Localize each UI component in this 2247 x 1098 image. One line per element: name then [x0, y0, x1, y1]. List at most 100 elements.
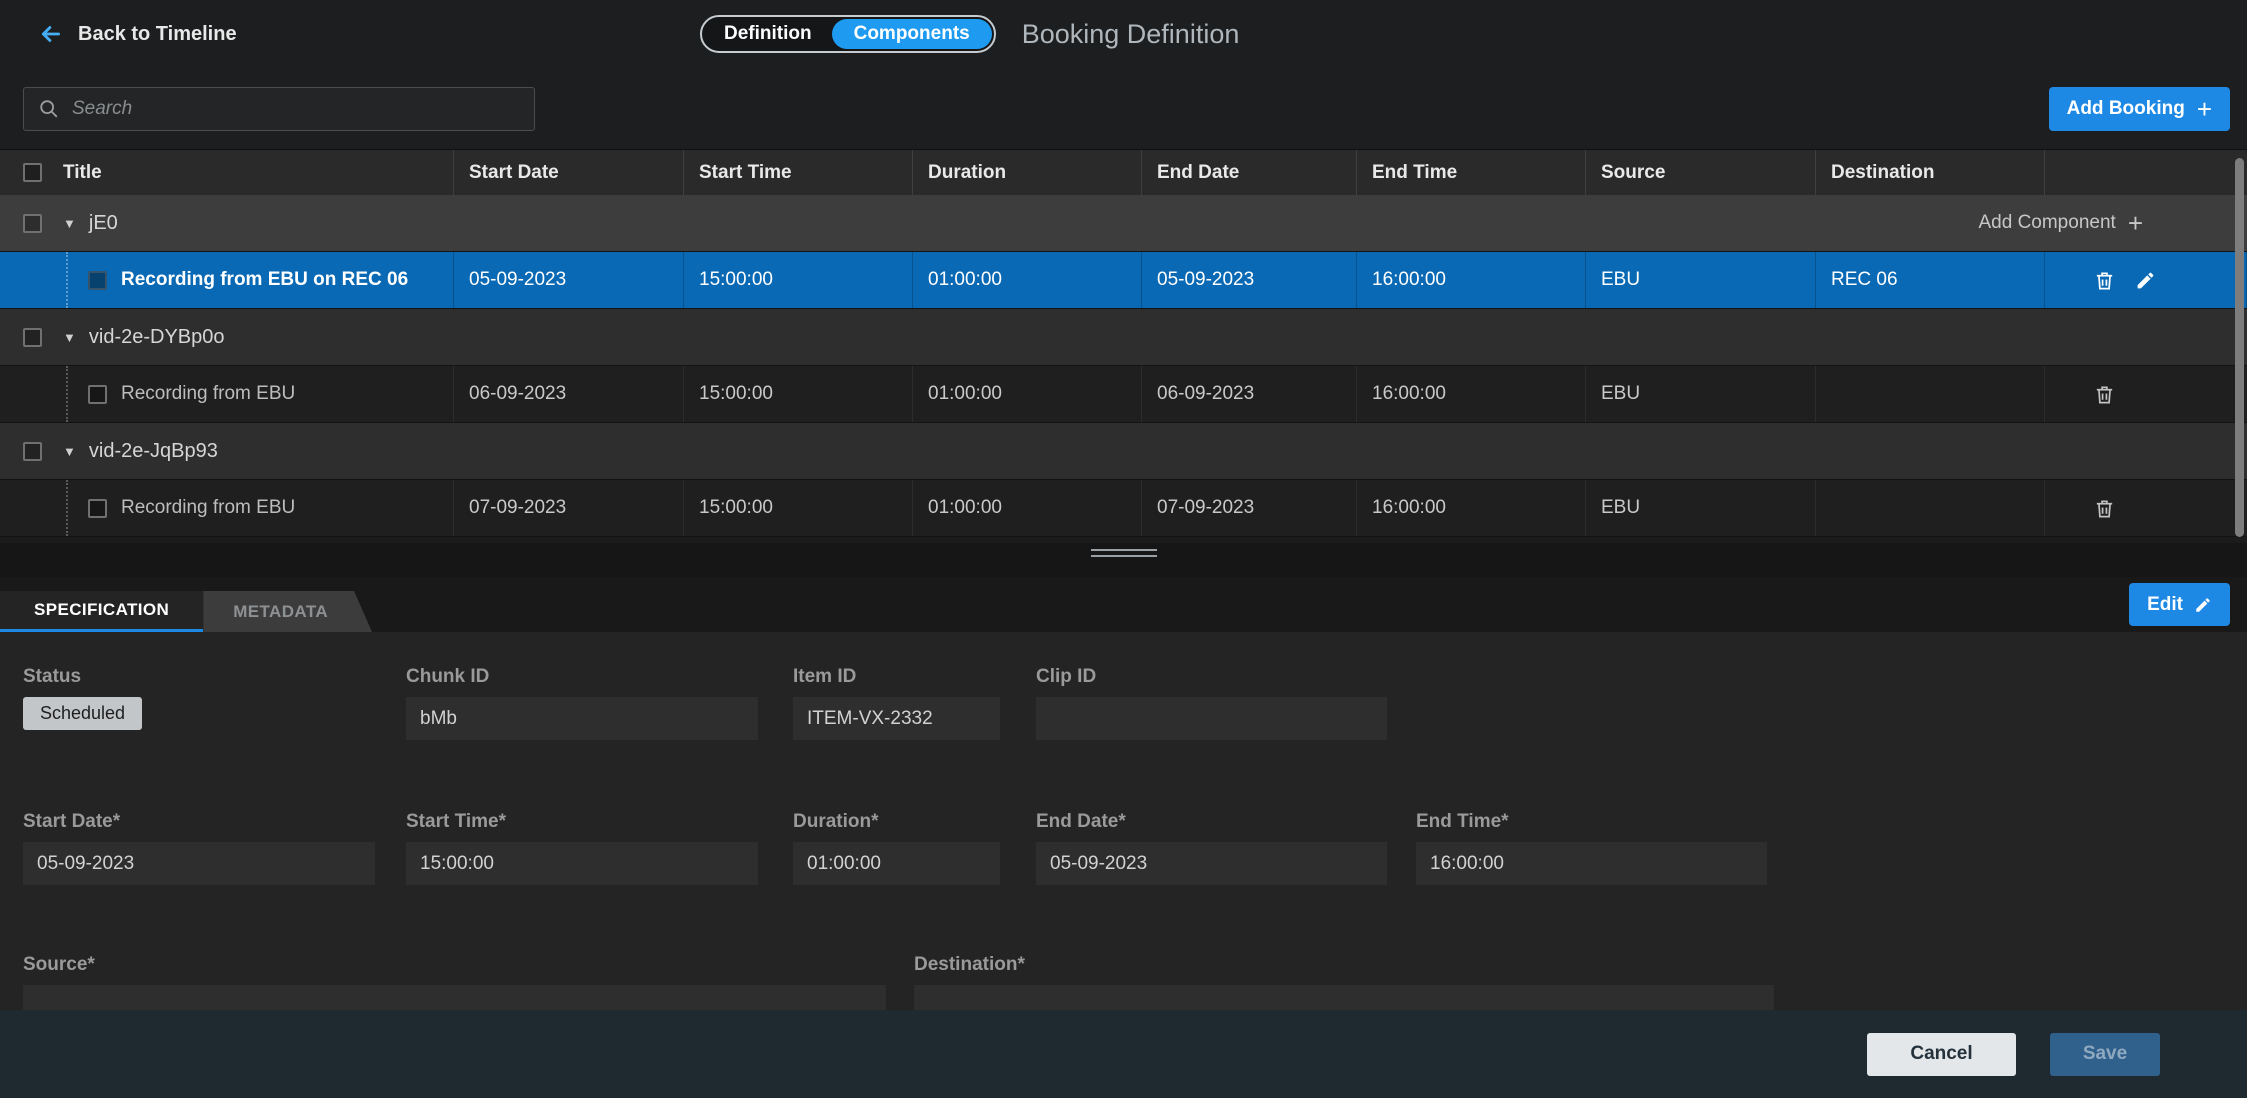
clip-id-input[interactable]	[1036, 697, 1387, 740]
clip-id-field: Clip ID	[1036, 666, 1387, 740]
chunk-id-label: Chunk ID	[406, 666, 758, 688]
collapse-caret-icon[interactable]: ▼	[63, 330, 76, 345]
edit-icon[interactable]	[2135, 270, 2156, 291]
vertical-scrollbar[interactable]	[2235, 158, 2244, 537]
end-date-label: End Date*	[1036, 811, 1387, 833]
duration-input[interactable]	[793, 842, 1000, 885]
destination-input[interactable]	[914, 985, 1774, 1010]
cell-end-date: 06-09-2023	[1142, 366, 1357, 422]
cell-end-time: 16:00:00	[1357, 480, 1586, 536]
add-booking-label: Add Booking	[2067, 98, 2185, 120]
item-id-field: Item ID	[793, 666, 1000, 740]
group-title: vid-2e-DYBp0o	[89, 326, 225, 349]
cell-end-date: 07-09-2023	[1142, 480, 1357, 536]
cell-destination: REC 06	[1816, 252, 2045, 308]
edit-label: Edit	[2147, 594, 2183, 616]
clip-id-label: Clip ID	[1036, 666, 1387, 688]
add-booking-button[interactable]: Add Booking +	[2049, 87, 2230, 131]
cell-source: EBU	[1586, 480, 1816, 536]
end-time-input[interactable]	[1416, 842, 1767, 885]
pencil-icon	[2194, 596, 2212, 614]
header-center: Definition Components Booking Definition	[700, 0, 1239, 68]
status-badge: Scheduled	[23, 697, 142, 730]
group-checkbox[interactable]	[23, 328, 42, 347]
back-label: Back to Timeline	[78, 23, 237, 46]
group-checkbox[interactable]	[23, 214, 42, 233]
edit-button[interactable]: Edit	[2129, 583, 2230, 626]
end-time-field: End Time*	[1416, 811, 1767, 885]
component-row[interactable]: Recording from EBU 07-09-2023 15:00:00 0…	[0, 480, 2247, 537]
save-button[interactable]: Save	[2050, 1033, 2160, 1076]
group-row-je0[interactable]: ▼ jE0 Add Component +	[0, 195, 2247, 252]
cell-destination	[1816, 366, 2045, 422]
cell-duration: 01:00:00	[913, 480, 1142, 536]
cell-start-date: 05-09-2023	[454, 252, 684, 308]
component-title: Recording from EBU	[121, 383, 295, 405]
search-box[interactable]	[23, 87, 535, 131]
start-time-input[interactable]	[406, 842, 758, 885]
cell-start-time: 15:00:00	[684, 252, 913, 308]
back-to-timeline-button[interactable]: Back to Timeline	[38, 21, 237, 47]
cell-end-date: 05-09-2023	[1142, 252, 1357, 308]
group-checkbox[interactable]	[23, 442, 42, 461]
end-date-input[interactable]	[1036, 842, 1387, 885]
tab-metadata[interactable]: METADATA	[203, 591, 372, 632]
source-input[interactable]	[23, 985, 886, 1010]
add-component-button[interactable]: Add Component +	[1978, 210, 2143, 236]
row-actions	[2045, 480, 2247, 536]
chunk-id-field: Chunk ID	[406, 666, 758, 740]
status-field: Status Scheduled	[23, 666, 375, 730]
chunk-id-input[interactable]	[406, 697, 758, 740]
specification-form: Status Scheduled Chunk ID Item ID Clip I…	[0, 632, 2247, 1010]
cell-start-time: 15:00:00	[684, 366, 913, 422]
column-start-date: Start Date	[454, 150, 684, 195]
start-date-label: Start Date*	[23, 811, 375, 833]
component-row[interactable]: Recording from EBU 06-09-2023 15:00:00 0…	[0, 366, 2247, 423]
group-title: jE0	[89, 212, 118, 235]
search-input[interactable]	[72, 98, 520, 120]
delete-icon[interactable]	[2093, 269, 2116, 292]
row-checkbox[interactable]	[88, 271, 107, 290]
table-header: Title Start Date Start Time Duration End…	[0, 150, 2247, 195]
delete-icon[interactable]	[2093, 383, 2116, 406]
booking-table-body: ▼ jE0 Add Component + Recording from EBU…	[0, 195, 2247, 537]
group-row-dybp0o[interactable]: ▼ vid-2e-DYBp0o	[0, 309, 2247, 366]
column-end-time: End Time	[1357, 150, 1586, 195]
tree-guide	[66, 252, 68, 308]
plus-icon: +	[2128, 210, 2143, 236]
select-all-checkbox[interactable]	[23, 163, 42, 182]
booking-app: Back to Timeline Definition Components B…	[0, 0, 2247, 1098]
source-label: Source*	[23, 954, 886, 976]
component-title-cell: Recording from EBU on REC 06	[0, 252, 454, 308]
delete-icon[interactable]	[2093, 497, 2116, 520]
group-row-jqbp93[interactable]: ▼ vid-2e-JqBp93	[0, 423, 2247, 480]
splitter-handle[interactable]	[1091, 549, 1157, 561]
toolbar: Add Booking +	[0, 68, 2247, 150]
toggle-components[interactable]: Components	[832, 19, 992, 49]
tree-guide	[66, 366, 68, 422]
cell-end-time: 16:00:00	[1357, 366, 1586, 422]
detail-panel-header: SPECIFICATION METADATA Edit	[0, 577, 2247, 632]
plus-icon: +	[2197, 96, 2212, 122]
row-checkbox[interactable]	[88, 499, 107, 518]
item-id-input[interactable]	[793, 697, 1000, 740]
collapse-caret-icon[interactable]: ▼	[63, 216, 76, 231]
duration-label: Duration*	[793, 811, 1000, 833]
start-date-input[interactable]	[23, 842, 375, 885]
row-actions	[2045, 366, 2247, 422]
source-field: Source*	[23, 954, 886, 1010]
row-actions	[2045, 252, 2247, 308]
cancel-button[interactable]: Cancel	[1867, 1033, 2016, 1076]
toggle-definition[interactable]: Definition	[704, 19, 832, 49]
collapse-caret-icon[interactable]: ▼	[63, 444, 76, 459]
view-toggle: Definition Components	[700, 15, 996, 53]
column-title: Title	[63, 162, 102, 184]
destination-label: Destination*	[914, 954, 1774, 976]
row-checkbox[interactable]	[88, 385, 107, 404]
cell-start-date: 06-09-2023	[454, 366, 684, 422]
tab-specification[interactable]: SPECIFICATION	[0, 591, 203, 632]
component-row-selected[interactable]: Recording from EBU on REC 06 05-09-2023 …	[0, 252, 2247, 309]
page-title: Booking Definition	[1022, 19, 1240, 50]
start-time-field: Start Time*	[406, 811, 758, 885]
add-component-label: Add Component	[1978, 212, 2115, 234]
